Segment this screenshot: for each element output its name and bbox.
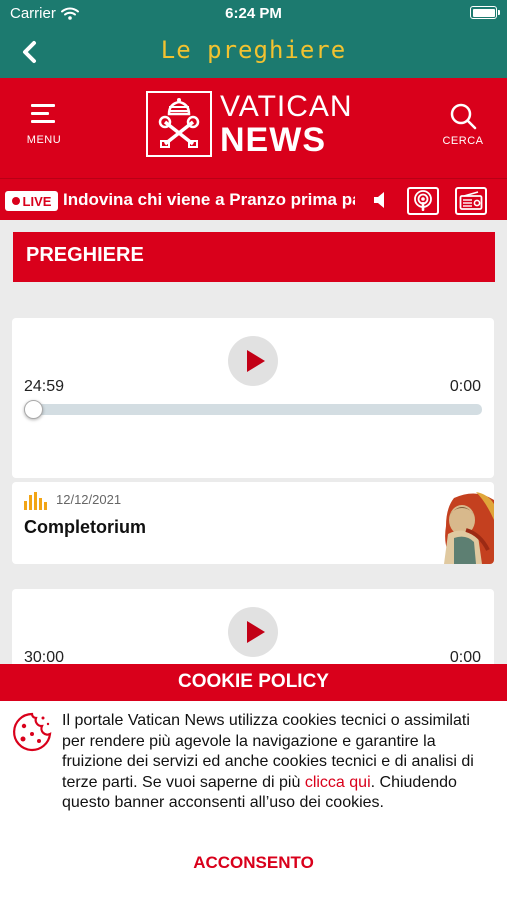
accept-cookies-button[interactable]: ACCONSENTO: [0, 853, 507, 873]
radio-icon: [459, 191, 483, 210]
slider-knob[interactable]: [24, 400, 43, 419]
play-button[interactable]: [228, 336, 278, 386]
cookie-more-info-link[interactable]: clicca qui: [305, 774, 371, 791]
episode-title: Completorium: [24, 517, 147, 537]
audio-equalizer-icon: [24, 492, 47, 510]
podcast-icon: [414, 190, 432, 211]
search-icon: [450, 103, 477, 130]
logo-text-vatican: VATICAN: [220, 89, 353, 123]
episode-info-card[interactable]: 12/12/2021 Completorium: [12, 482, 494, 564]
play-icon: [246, 621, 265, 643]
vatican-news-header: MENU VATICAN NEWS CERCA: [0, 78, 507, 178]
search-label: CERCA: [442, 135, 484, 147]
radio-button[interactable]: [455, 187, 487, 215]
play-icon: [246, 350, 265, 372]
menu-label: MENU: [26, 134, 62, 146]
cookie-banner-title: COOKIE POLICY: [0, 664, 507, 701]
audio-player-card: 24:59 0:00: [12, 318, 494, 478]
progress-slider[interactable]: [24, 404, 482, 415]
live-label: LIVE: [22, 193, 52, 209]
cookie-text: Il portale Vatican News utilizza cookies…: [62, 711, 496, 814]
cookie-banner: COOKIE POLICY Il portale Vatican News ut…: [0, 664, 507, 900]
live-ticker-text[interactable]: Indovina chi viene a Pranzo prima pa: [63, 190, 355, 210]
speaker-icon[interactable]: [372, 191, 390, 209]
live-badge[interactable]: LIVE: [5, 191, 58, 211]
clock: 6:24 PM: [225, 5, 282, 22]
logo-text-news: NEWS: [220, 120, 326, 159]
cookie-icon: [13, 712, 52, 752]
search-button[interactable]: CERCA: [441, 102, 485, 147]
section-title: PREGHIERE: [13, 232, 495, 282]
live-bar: LIVE Indovina chi viene a Pranzo prima p…: [0, 178, 507, 220]
battery-icon: [470, 6, 500, 19]
episode-thumbnail: [444, 492, 494, 564]
live-dot-icon: [11, 197, 20, 205]
episode-date: 12/12/2021: [56, 492, 122, 507]
menu-button[interactable]: MENU: [22, 102, 66, 146]
page-title: Le preghiere: [160, 36, 347, 64]
status-bar: Carrier 6:24 PM: [0, 0, 507, 26]
elapsed-time: 24:59: [24, 378, 65, 395]
navigation-bar: Le preghiere: [0, 26, 507, 78]
vatican-news-logo[interactable]: VATICAN NEWS: [146, 91, 353, 157]
play-button[interactable]: [228, 607, 278, 657]
podcast-button[interactable]: [407, 187, 439, 215]
hamburger-icon: [31, 102, 57, 126]
remaining-time: 0:00: [449, 378, 481, 395]
papal-keys-emblem-icon: [146, 91, 212, 157]
